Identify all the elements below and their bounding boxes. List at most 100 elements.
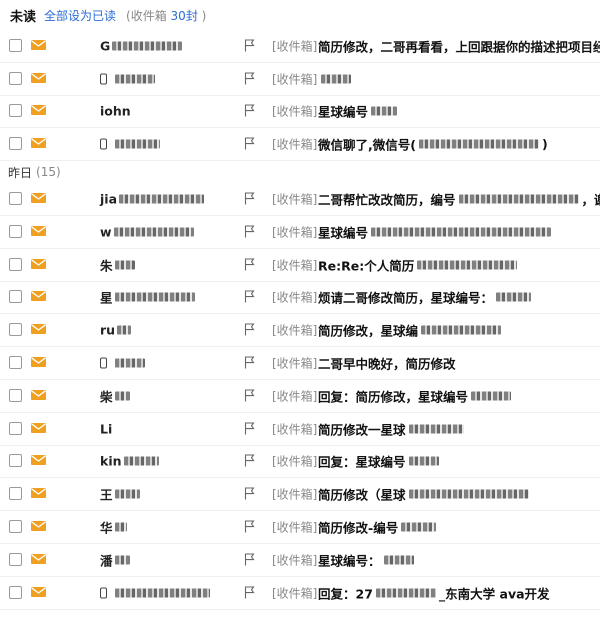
mail-subject[interactable]: 简历修改，二哥再看看，上回跟据你的描述把项目经	[318, 36, 600, 55]
checkbox-icon[interactable]	[9, 71, 22, 85]
flag-icon[interactable]	[244, 389, 256, 402]
redacted-subject	[496, 292, 532, 302]
checkbox-icon[interactable]	[9, 104, 22, 118]
mail-row[interactable]: G [收件箱] 简历修改，二哥再看看，上回跟据你的描述把项目经	[0, 30, 600, 63]
mail-subject[interactable]: 简历修改（星球	[318, 485, 532, 504]
redacted-sender	[123, 456, 159, 466]
checkbox-icon[interactable]	[9, 137, 22, 151]
sender-name: Li	[100, 421, 112, 436]
mail-row[interactable]: [收件箱] 回复：27 _东南大学 ava开发	[0, 577, 600, 610]
redacted-sender	[112, 41, 183, 51]
subject-tail: ，谢谢了	[581, 192, 600, 208]
mail-row[interactable]: 星 [收件箱] 烦请二哥修改简历，星球编号：	[0, 282, 600, 315]
redacted-sender	[115, 358, 145, 368]
mail-subject[interactable]: 回复：27 _东南大学 ava开发	[318, 583, 550, 602]
folder-tag: [收件箱]	[272, 422, 318, 437]
flag-icon[interactable]	[244, 39, 256, 52]
checkbox-icon[interactable]	[9, 421, 22, 435]
checkbox-icon[interactable]	[9, 38, 22, 52]
checkbox-icon[interactable]	[9, 552, 22, 566]
flag-icon[interactable]	[244, 290, 256, 303]
checkbox-icon[interactable]	[9, 192, 22, 206]
inbox-count[interactable]: 30封	[171, 9, 198, 23]
flag-icon[interactable]	[244, 192, 256, 205]
mail-subject[interactable]: 回复：简历修改，星球编号	[318, 386, 514, 405]
checkbox-icon[interactable]	[9, 323, 22, 337]
checkbox-icon[interactable]	[9, 388, 22, 402]
flag-icon[interactable]	[244, 225, 256, 238]
mail-row[interactable]: Li [收件箱] 简历修改一星球	[0, 413, 600, 446]
mail-subject[interactable]: 星球编号	[318, 102, 400, 121]
flag-icon[interactable]	[244, 553, 256, 566]
mail-subject[interactable]: 二哥帮忙改改简历，编号 ，谢谢了	[318, 190, 600, 209]
mail-row[interactable]: 潘 [收件箱] 星球编号：	[0, 544, 600, 577]
mail-subject[interactable]: Re:Re:个人简历	[318, 255, 520, 274]
flag-icon[interactable]	[244, 323, 256, 336]
subject-text: 微信聊了,微信号(	[318, 137, 416, 153]
mail-subject[interactable]: 简历修改，星球编	[318, 321, 504, 340]
mail-subject[interactable]: 烦请二哥修改简历，星球编号：	[318, 288, 534, 307]
redacted-subject	[408, 424, 464, 434]
checkbox-icon[interactable]	[9, 290, 22, 304]
mail-row[interactable]: jia [收件箱]二哥帮忙改改简历，编号 ，谢谢了	[0, 183, 600, 216]
mail-subject[interactable]: 二哥早中晚好，简历修改	[318, 354, 459, 373]
folder-tag: [收件箱]	[272, 104, 318, 119]
checkbox-icon[interactable]	[9, 520, 22, 534]
flag-icon[interactable]	[244, 72, 256, 85]
checkbox-icon[interactable]	[9, 224, 22, 238]
checkbox-icon[interactable]	[9, 454, 22, 468]
flag-icon[interactable]	[244, 454, 256, 467]
sender-name: kin	[100, 454, 159, 469]
mail-row[interactable]: [收件箱]	[0, 63, 600, 96]
checkbox-icon[interactable]	[9, 585, 22, 599]
flag-icon[interactable]	[244, 137, 256, 150]
mail-row[interactable]: iohn [收件箱] 星球编号	[0, 96, 600, 129]
redacted-sender	[117, 325, 132, 335]
redacted-subject	[418, 139, 539, 149]
sender-text: ru	[100, 322, 116, 338]
flag-icon[interactable]	[244, 487, 256, 500]
envelope-icon	[31, 225, 46, 236]
mail-row[interactable]: 朱 [收件箱] Re:Re:个人简历	[0, 249, 600, 282]
mail-subject[interactable]: 微信聊了,微信号()	[318, 135, 548, 154]
mail-subject[interactable]: 星球编号	[318, 222, 554, 241]
flag-icon[interactable]	[244, 520, 256, 533]
subject-tail: _东南大学 ava开发	[438, 586, 550, 602]
redacted-sender	[114, 555, 130, 565]
mail-row[interactable]: 柴 [收件箱] 回复：简历修改，星球编号	[0, 380, 600, 413]
redacted-subject	[408, 489, 529, 499]
redacted-sender	[119, 194, 205, 204]
checkbox-icon[interactable]	[9, 257, 22, 271]
subject-text: 简历修改一星球	[318, 422, 406, 438]
mail-row[interactable]: 华 [收件箱] 简历修改-编号	[0, 511, 600, 544]
redacted-sender	[114, 260, 135, 270]
checkbox-icon[interactable]	[9, 487, 22, 501]
checkbox-icon[interactable]	[9, 356, 22, 370]
folder-tag: [收件箱]	[272, 290, 318, 305]
redacted-subject	[471, 391, 512, 401]
sender-text: 柴	[100, 389, 113, 405]
mail-row[interactable]: kin [收件箱] 回复：星球编号	[0, 446, 600, 479]
sender-name: 柴	[100, 386, 130, 405]
flag-icon[interactable]	[244, 258, 256, 271]
flag-icon[interactable]	[244, 422, 256, 435]
mail-subject[interactable]: 星球编号：	[318, 550, 417, 569]
flag-icon[interactable]	[244, 586, 256, 599]
mail-row[interactable]: ru [收件箱] 简历修改，星球编	[0, 314, 600, 348]
mail-subject[interactable]: 简历修改一星球	[318, 419, 467, 438]
group-header-yesterday[interactable]: 昨日 (15)	[0, 161, 600, 184]
mail-row[interactable]: [收件箱] 二哥早中晚好，简历修改	[0, 347, 600, 380]
mail-list-page: 未读 全部设为已读 (收件箱 30封 ) G [收件箱] 简历修改，二哥再看看，上回…	[0, 0, 600, 621]
sender-name	[100, 138, 160, 150]
mail-subject[interactable]: 简历修改-编号	[318, 518, 439, 537]
flag-icon[interactable]	[244, 356, 256, 369]
mail-row[interactable]: 王 [收件箱] 简历修改（星球	[0, 478, 600, 512]
mail-subject[interactable]	[318, 74, 354, 84]
mail-row[interactable]: [收件箱] 微信聊了,微信号()	[0, 128, 600, 162]
mail-subject[interactable]: 回复：星球编号	[318, 452, 442, 471]
mail-row[interactable]: w [收件箱] 星球编号	[0, 216, 600, 249]
folder-tag: [收件箱]	[272, 72, 318, 87]
mark-all-read-link[interactable]: 全部设为已读	[44, 7, 116, 24]
envelope-icon	[31, 553, 46, 564]
flag-icon[interactable]	[244, 104, 256, 117]
